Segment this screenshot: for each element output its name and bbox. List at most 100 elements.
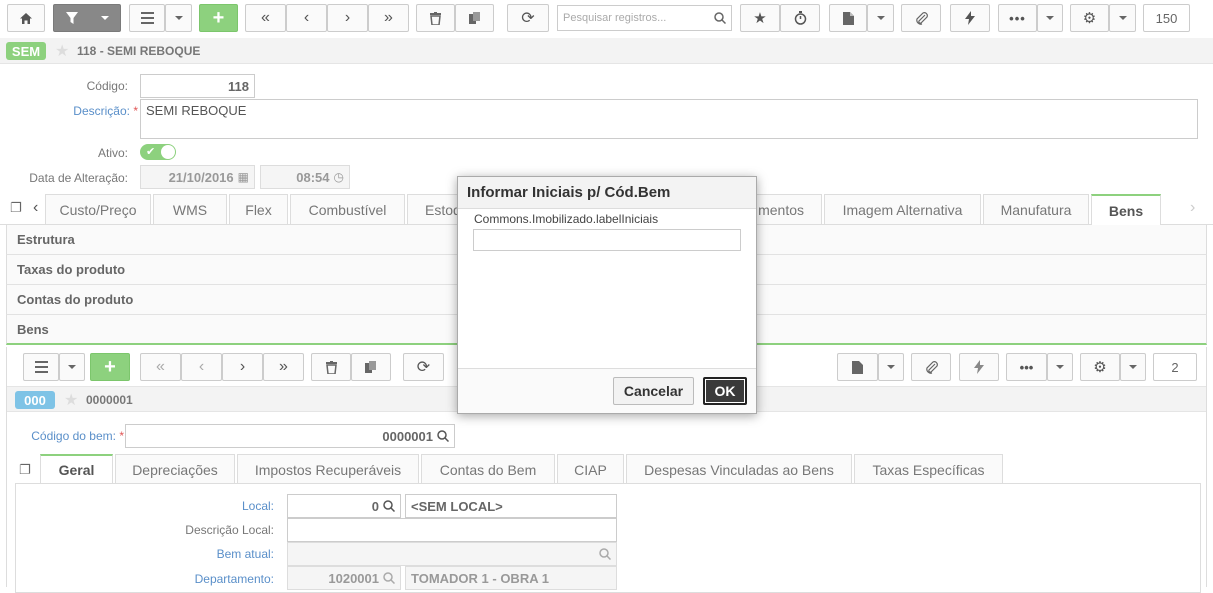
ativo-toggle[interactable]: ✔	[140, 144, 176, 160]
search-icon	[383, 500, 395, 512]
codigo-bem-label: Código do bem: *	[7, 429, 124, 443]
tab-flex[interactable]: Flex	[229, 194, 288, 224]
bens-actions-button[interactable]	[959, 353, 999, 381]
subtab-taxas-especificas[interactable]: Taxas Específicas	[854, 454, 1003, 484]
departamento-code-input: 1020001	[287, 566, 401, 590]
report-dropdown[interactable]	[867, 4, 894, 32]
hora-alteracao-value: 08:54	[296, 169, 330, 185]
refresh-button[interactable]: ⟳	[507, 4, 549, 32]
bem-atual-input	[287, 542, 617, 566]
first-record-button[interactable]: «	[245, 4, 286, 32]
bens-prev-button[interactable]: ‹	[181, 353, 222, 381]
timer-button[interactable]	[780, 4, 820, 32]
more-button[interactable]: •••	[998, 4, 1037, 32]
subtab-depreciacoes[interactable]: Depreciações	[115, 454, 235, 484]
departamento-name-value: TOMADOR 1 - OBRA 1	[411, 570, 549, 586]
add-button[interactable]: +	[199, 4, 238, 32]
last-record-button[interactable]: »	[368, 4, 409, 32]
bens-record-count: 2	[1153, 353, 1197, 381]
tab-manufatura[interactable]: Manufatura	[983, 194, 1089, 224]
tab-imagem-alternativa[interactable]: Imagem Alternativa	[824, 194, 981, 224]
bens-refresh-button[interactable]: ⟳	[403, 353, 444, 381]
favorite-button[interactable]: ★	[740, 4, 780, 32]
plus-icon: +	[212, 6, 225, 29]
home-button[interactable]	[7, 4, 45, 32]
tab-custo-preco[interactable]: Custo/Preço	[45, 194, 151, 224]
codigo-input[interactable]: 118	[140, 74, 255, 98]
tab-wms[interactable]: WMS	[153, 194, 227, 224]
bens-report-button[interactable]	[837, 353, 878, 381]
bem-favorite-star-icon[interactable]: ★	[64, 390, 78, 410]
settings-button[interactable]: ⚙	[1070, 4, 1109, 32]
search-input[interactable]: Pesquisar registros...	[557, 5, 732, 31]
bem-atual-label: Bem atual:	[216, 547, 274, 561]
bens-last-button[interactable]: »	[263, 353, 304, 381]
subtab-contas-do-bem[interactable]: Contas do Bem	[421, 454, 555, 484]
bens-attach-button[interactable]	[911, 353, 951, 381]
chevron-down-icon	[887, 365, 895, 369]
filter-icon	[65, 11, 78, 24]
gear-icon: ⚙	[1082, 10, 1097, 27]
double-chevron-right-icon: »	[279, 358, 288, 375]
subtab-impostos-recuperaveis[interactable]: Impostos Recuperáveis	[237, 454, 419, 484]
chevron-down-icon	[1056, 365, 1064, 369]
clock-icon: ◷	[333, 170, 344, 184]
chevron-down-icon	[1129, 365, 1137, 369]
view-list-dropdown[interactable]	[165, 4, 192, 32]
cancel-button[interactable]: Cancelar	[613, 377, 694, 405]
bem-badge: 000	[15, 391, 55, 409]
bens-more-button[interactable]: •••	[1006, 353, 1047, 381]
descricao-label: Descrição: *	[10, 104, 138, 118]
bens-settings-dropdown[interactable]	[1120, 353, 1146, 381]
tab-bens[interactable]: Bens	[1091, 194, 1161, 225]
dialog-field-label: Commons.Imobilizado.labelIniciais	[474, 212, 659, 226]
attach-button[interactable]	[901, 4, 941, 32]
delete-button[interactable]	[416, 4, 455, 32]
record-badge: SEM	[6, 42, 46, 60]
ok-button[interactable]: OK	[703, 377, 747, 405]
codigo-bem-input[interactable]: 0000001	[125, 424, 455, 448]
bens-first-button[interactable]: «	[140, 353, 181, 381]
double-chevron-left-icon: «	[261, 9, 270, 26]
bens-next-button[interactable]: ›	[222, 353, 263, 381]
more-dropdown[interactable]	[1037, 4, 1063, 32]
desc-local-input[interactable]	[287, 518, 617, 542]
bens-report-dropdown[interactable]	[878, 353, 904, 381]
bens-more-dropdown[interactable]	[1047, 353, 1073, 381]
search-placeholder: Pesquisar registros...	[563, 12, 667, 24]
double-chevron-right-icon: »	[384, 9, 393, 26]
subtab-ciap[interactable]: CIAP	[557, 454, 624, 484]
favorite-star-icon[interactable]: ★	[55, 41, 69, 61]
subtab-geral[interactable]: Geral	[40, 454, 113, 484]
report-button[interactable]	[829, 4, 867, 32]
settings-dropdown[interactable]	[1109, 4, 1136, 32]
actions-button[interactable]	[950, 4, 990, 32]
iniciais-input[interactable]	[473, 229, 741, 251]
departamento-code-value: 1020001	[328, 570, 379, 586]
bens-delete-button[interactable]	[311, 353, 351, 381]
chevron-right-icon: ›	[344, 9, 351, 26]
search-icon	[383, 572, 395, 584]
descricao-label-text: Descrição:	[73, 104, 130, 118]
next-record-button[interactable]: ›	[327, 4, 368, 32]
tab-combustivel[interactable]: Combustível	[290, 194, 405, 224]
lightning-icon	[965, 11, 975, 25]
prev-record-button[interactable]: ‹	[286, 4, 327, 32]
filter-button[interactable]	[53, 4, 121, 32]
record-header: SEM ★ 118 - SEMI REBOQUE	[0, 38, 1213, 64]
departamento-name-input: TOMADOR 1 - OBRA 1	[405, 566, 617, 590]
bens-add-button[interactable]: +	[90, 353, 130, 381]
descricao-textarea[interactable]: SEMI REBOQUE	[140, 99, 1198, 139]
local-name-input: <SEM LOCAL>	[405, 494, 617, 518]
subtab-despesas-vinculadas[interactable]: Despesas Vinculadas ao Bens	[626, 454, 852, 484]
bens-copy-button[interactable]	[351, 353, 391, 381]
local-code-input[interactable]: 0	[287, 494, 401, 518]
local-name-value: <SEM LOCAL>	[411, 498, 503, 514]
list-icon	[140, 12, 154, 24]
copy-button[interactable]	[455, 4, 494, 32]
bens-view-list-button[interactable]	[23, 353, 59, 381]
view-list-button[interactable]	[129, 4, 165, 32]
chevron-left-icon: ‹	[303, 9, 310, 26]
bens-settings-button[interactable]: ⚙	[1080, 353, 1120, 381]
bens-view-list-dropdown[interactable]	[59, 353, 85, 381]
